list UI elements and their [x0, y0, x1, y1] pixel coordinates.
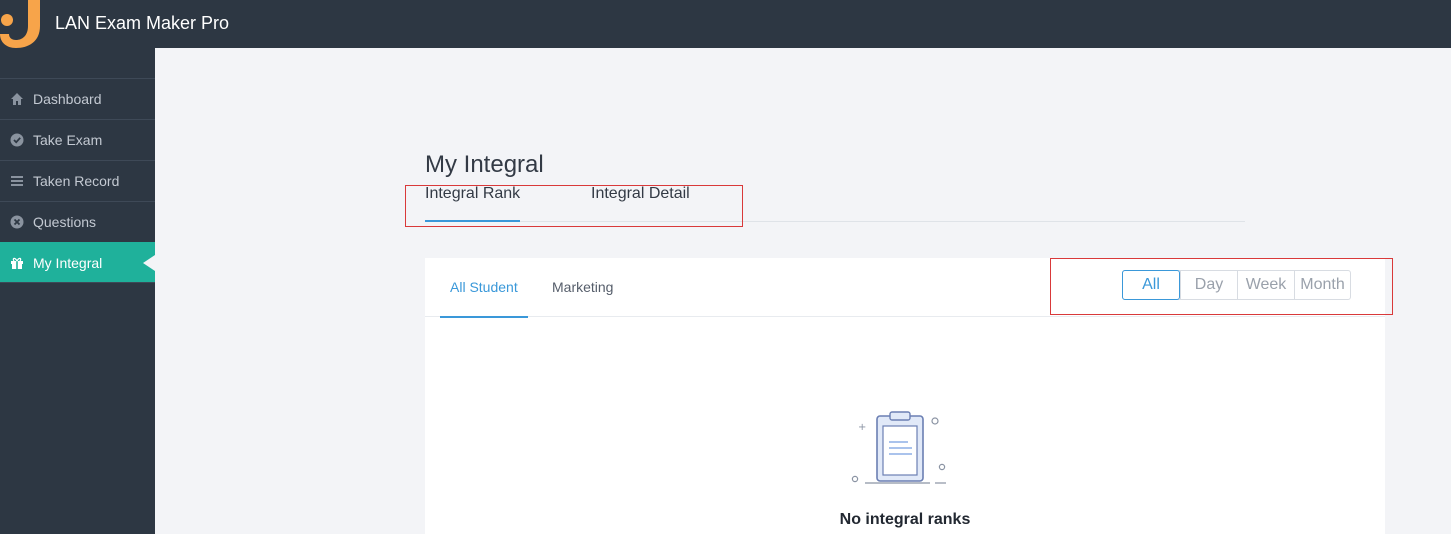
tab-marketing[interactable]: Marketing	[552, 279, 613, 295]
list-icon	[10, 174, 24, 188]
sidebar-menu: Dashboard Take Exam Taken Record Questio…	[0, 78, 155, 283]
svg-text:+: +	[858, 422, 866, 433]
sidebar-item-label: Take Exam	[33, 132, 103, 148]
highlight-box-periods	[1050, 258, 1393, 315]
x-circle-icon	[10, 215, 24, 229]
app-title: LAN Exam Maker Pro	[55, 13, 230, 33]
empty-state: + No integral ranks	[425, 408, 1385, 529]
app-logo[interactable]	[0, 0, 44, 48]
home-icon	[10, 92, 24, 106]
check-circle-icon	[10, 133, 24, 147]
highlight-box-tabs	[405, 185, 743, 227]
sidebar-item-label: My Integral	[33, 254, 103, 271]
active-subtab-indicator	[440, 316, 528, 318]
sidebar-item-label: Dashboard	[33, 91, 102, 107]
sidebar: Dashboard Take Exam Taken Record Questio…	[0, 48, 155, 534]
empty-message: No integral ranks	[839, 511, 971, 528]
tab-all-student[interactable]: All Student	[450, 279, 518, 295]
sidebar-item-questions[interactable]: Questions	[0, 201, 155, 242]
sidebar-item-dashboard[interactable]: Dashboard	[0, 78, 155, 119]
gift-icon	[10, 256, 24, 270]
sidebar-item-my-integral[interactable]: My Integral	[0, 242, 155, 283]
sidebar-item-label: Taken Record	[33, 173, 120, 189]
page-title: My Integral	[425, 151, 544, 178]
sidebar-item-taken-record[interactable]: Taken Record	[0, 160, 155, 201]
top-bar: LAN Exam Maker Pro	[0, 0, 1451, 48]
sidebar-item-take-exam[interactable]: Take Exam	[0, 119, 155, 160]
sidebar-item-label: Questions	[33, 214, 97, 230]
empty-clipboard-icon: +	[851, 411, 946, 484]
